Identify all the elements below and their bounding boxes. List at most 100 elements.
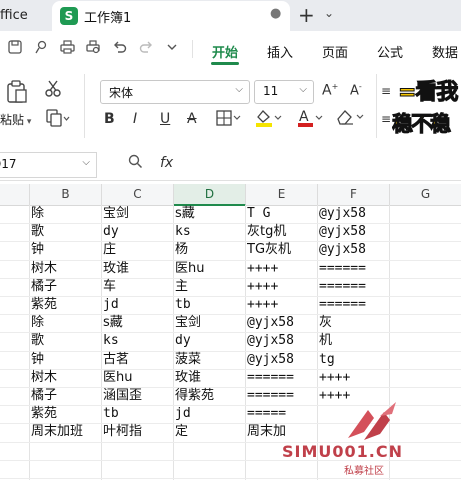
search-icon[interactable] bbox=[128, 154, 143, 173]
table-cell[interactable]: 菠菜 bbox=[175, 351, 245, 369]
table-cell[interactable]: 除 bbox=[31, 205, 101, 223]
table-cell[interactable]: 紫苑 bbox=[31, 405, 101, 423]
table-cell[interactable]: 机 bbox=[319, 332, 389, 350]
table-cell[interactable]: 庄 bbox=[103, 241, 173, 259]
table-cell[interactable]: 歌 bbox=[31, 223, 101, 241]
formula-input[interactable] bbox=[186, 151, 461, 178]
table-cell[interactable]: 玫谁 bbox=[175, 369, 245, 387]
table-cell[interactable]: tb bbox=[103, 405, 173, 423]
table-cell[interactable]: ks bbox=[175, 223, 245, 241]
table-cell[interactable]: 橘子 bbox=[31, 278, 101, 296]
table-cell[interactable]: dy bbox=[103, 223, 173, 241]
decrease-font-icon[interactable]: A- bbox=[350, 82, 362, 98]
column-header-c[interactable]: C bbox=[102, 184, 174, 205]
table-cell[interactable]: jd bbox=[103, 296, 173, 314]
table-cell[interactable]: 医hu bbox=[175, 260, 245, 278]
tab-workbook[interactable]: S 工作簿1 ● bbox=[52, 1, 290, 31]
table-cell[interactable]: dy bbox=[175, 332, 245, 350]
menu-data[interactable]: 数据 bbox=[432, 42, 458, 61]
font-color-icon[interactable]: A bbox=[296, 108, 324, 132]
table-cell[interactable]: 灰 bbox=[319, 314, 389, 332]
table-cell[interactable]: @yjx58 bbox=[319, 223, 389, 241]
print-icon[interactable] bbox=[60, 40, 75, 58]
chevron-down-icon[interactable] bbox=[166, 40, 178, 58]
table-cell[interactable]: ++++ bbox=[247, 260, 317, 278]
column-header-f[interactable]: F bbox=[318, 184, 390, 205]
table-cell[interactable]: 钟 bbox=[31, 351, 101, 369]
table-cell[interactable]: 车 bbox=[103, 278, 173, 296]
table-cell[interactable]: @yjx58 bbox=[247, 314, 317, 332]
column-header-e[interactable]: E bbox=[246, 184, 318, 205]
undo-icon[interactable] bbox=[113, 40, 127, 58]
paste-button[interactable]: 粘贴 ▾ bbox=[0, 111, 31, 128]
table-cell[interactable]: 树木 bbox=[31, 260, 101, 278]
table-cell[interactable]: 灰tg机 bbox=[247, 223, 317, 241]
table-cell[interactable]: 得紫苑 bbox=[175, 387, 245, 405]
column-header-corner[interactable] bbox=[0, 184, 30, 205]
redo-icon[interactable] bbox=[139, 40, 153, 58]
table-cell[interactable]: 钟 bbox=[31, 241, 101, 259]
function-button[interactable]: fx bbox=[160, 155, 173, 171]
menu-formula[interactable]: 公式 bbox=[377, 42, 403, 61]
table-cell[interactable]: ++++ bbox=[319, 369, 389, 387]
cut-icon[interactable] bbox=[44, 80, 62, 102]
table-cell[interactable]: s藏 bbox=[103, 314, 173, 332]
table-cell[interactable]: 除 bbox=[31, 314, 101, 332]
table-cell[interactable]: 定 bbox=[175, 423, 245, 441]
table-cell[interactable]: ====== bbox=[319, 296, 389, 314]
table-cell[interactable]: 树木 bbox=[31, 369, 101, 387]
menu-page[interactable]: 页面 bbox=[322, 42, 348, 61]
eraser-icon[interactable] bbox=[335, 108, 365, 130]
table-cell[interactable]: @yjx58 bbox=[247, 332, 317, 350]
table-cell[interactable]: tb bbox=[175, 296, 245, 314]
paste-icon[interactable] bbox=[6, 80, 28, 108]
table-cell[interactable]: ====== bbox=[247, 369, 317, 387]
column-header-d[interactable]: D bbox=[174, 184, 246, 206]
table-cell[interactable]: @yjx58 bbox=[319, 205, 389, 223]
table-cell[interactable]: 主 bbox=[175, 278, 245, 296]
table-cell[interactable]: TG灰机 bbox=[247, 241, 317, 259]
table-cell[interactable]: T G bbox=[247, 205, 317, 223]
table-cell[interactable]: 涵国歪 bbox=[103, 387, 173, 405]
font-size-select[interactable]: 11 ⌵ bbox=[254, 80, 314, 104]
table-cell[interactable]: 紫苑 bbox=[31, 296, 101, 314]
table-cell[interactable]: 杨 bbox=[175, 241, 245, 259]
table-cell[interactable]: ====== bbox=[319, 260, 389, 278]
table-cell[interactable]: 歌 bbox=[31, 332, 101, 350]
strikethrough-button[interactable]: A bbox=[187, 111, 197, 127]
bold-button[interactable]: B bbox=[104, 111, 115, 127]
table-cell[interactable]: 叶柯指 bbox=[103, 423, 173, 441]
column-header-g[interactable]: G bbox=[390, 184, 461, 205]
table-cell[interactable]: tg bbox=[319, 351, 389, 369]
font-name-select[interactable]: 宋体 ⌵ bbox=[100, 80, 250, 104]
format-painter-icon[interactable] bbox=[34, 40, 48, 58]
table-cell[interactable]: 周末加班 bbox=[31, 423, 101, 441]
table-cell[interactable]: ++++ bbox=[247, 278, 317, 296]
table-cell[interactable]: jd bbox=[175, 405, 245, 423]
add-tab-button[interactable]: + bbox=[298, 3, 315, 27]
print-preview-icon[interactable] bbox=[86, 40, 101, 58]
menu-insert[interactable]: 插入 bbox=[267, 42, 293, 61]
italic-button[interactable]: I bbox=[133, 111, 137, 127]
table-cell[interactable]: 橘子 bbox=[31, 387, 101, 405]
chevron-down-icon[interactable]: ⌄ bbox=[324, 6, 334, 20]
table-cell[interactable]: ====== bbox=[319, 278, 389, 296]
table-cell[interactable]: 古茗 bbox=[103, 351, 173, 369]
table-cell[interactable]: @yjx58 bbox=[319, 241, 389, 259]
fill-color-icon[interactable] bbox=[254, 108, 282, 132]
table-cell[interactable]: 宝剑 bbox=[103, 205, 173, 223]
tab-previous[interactable]: ffice bbox=[0, 0, 50, 31]
align-icon[interactable]: ≡ bbox=[381, 84, 391, 98]
save-icon[interactable] bbox=[8, 40, 22, 58]
table-cell[interactable]: ks bbox=[103, 332, 173, 350]
align-icon[interactable]: ≡ bbox=[381, 112, 391, 126]
underline-button[interactable]: U bbox=[160, 111, 170, 127]
unsaved-dot-icon[interactable]: ● bbox=[270, 6, 281, 21]
table-cell[interactable]: ++++ bbox=[247, 296, 317, 314]
borders-icon[interactable] bbox=[216, 110, 242, 130]
menu-home[interactable]: 开始 bbox=[212, 42, 238, 61]
table-cell[interactable]: s藏 bbox=[175, 205, 245, 223]
table-cell[interactable]: @yjx58 bbox=[247, 351, 317, 369]
table-cell[interactable]: 医hu bbox=[103, 369, 173, 387]
increase-font-icon[interactable]: A+ bbox=[322, 82, 338, 99]
